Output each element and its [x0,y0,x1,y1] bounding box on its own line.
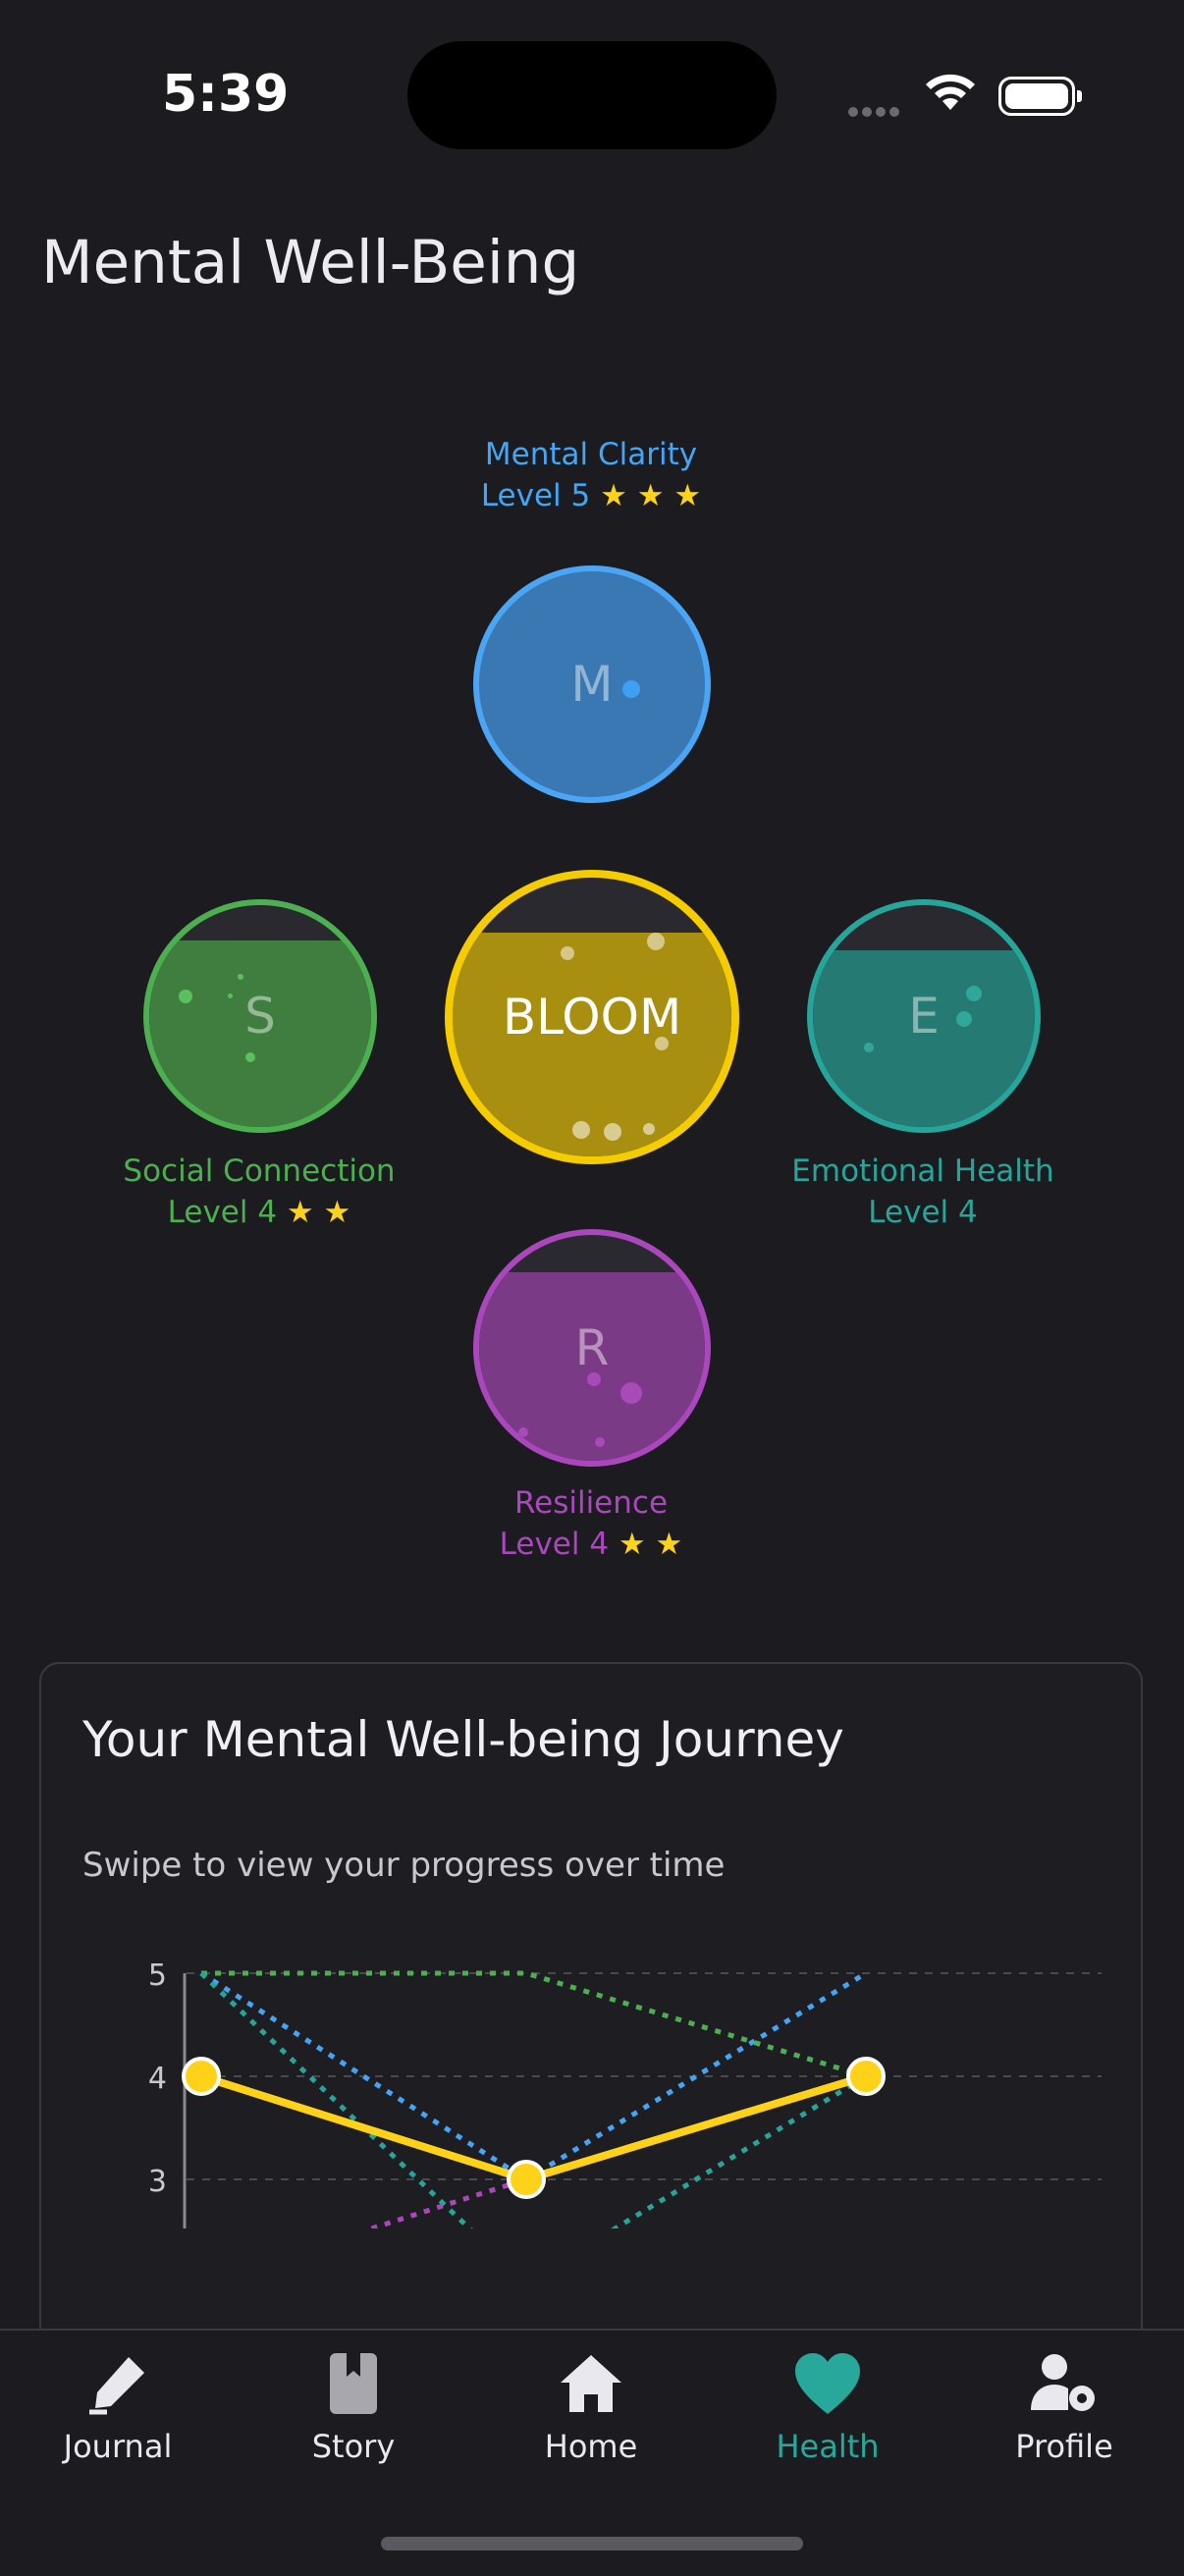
social-connection-label: Social Connection Level 4 ★ ★ [63,1151,456,1233]
series-point [507,2160,546,2199]
star-rating: ★ ★ [618,1527,683,1562]
resilience-label: Resilience Level 4 ★ ★ [395,1482,787,1565]
dynamic-island [407,41,777,149]
series-line-4 [363,2073,867,2228]
social-connection-letter: S [244,988,276,1045]
journey-title: Your Mental Well-being Journey [82,1711,844,1768]
resilience-level: Level 4 [499,1527,610,1562]
emotional-health-level: Level 4 [868,1195,978,1230]
page-title: Mental Well-Being [41,228,580,297]
series-point [182,2057,221,2096]
emotional-health-name: Emotional Health [791,1154,1054,1189]
social-connection-name: Social Connection [123,1154,396,1189]
resilience-orb[interactable]: R [473,1229,711,1467]
bloom-label: BLOOM [502,989,682,1046]
social-connection-level: Level 4 [167,1195,278,1230]
nav-health[interactable]: Health [729,2351,926,2465]
journey-chart-svg: 5 4 3 [148,1959,1102,2228]
resilience-name: Resilience [513,1485,669,1521]
y-tick-label: 5 [148,1959,167,1993]
wifi-icon [923,71,978,116]
star-rating: ★ ★ ★ [600,478,702,513]
nav-journal[interactable]: Journal [20,2351,216,2465]
star-rating: ★ ★ [286,1195,351,1230]
social-connection-orb[interactable]: S [143,899,377,1133]
status-time: 5:39 [162,65,290,124]
mental-clarity-label: Mental Clarity Level 5 ★ ★ ★ [395,434,787,516]
mental-clarity-orb[interactable]: M [473,565,711,803]
nav-profile-label: Profile [1015,2428,1113,2465]
mental-clarity-name: Mental Clarity [484,437,698,472]
nav-story-label: Story [311,2428,396,2465]
mental-clarity-letter: M [570,656,614,713]
resilience-letter: R [574,1319,610,1376]
series-point [846,2057,886,2096]
emotional-health-label: Emotional Health Level 4 [727,1151,1119,1233]
nav-journal-label: Journal [63,2428,173,2465]
emotional-health-orb[interactable]: E [807,899,1041,1133]
nav-health-label: Health [776,2428,880,2465]
home-indicator [381,2537,803,2550]
journey-subtitle: Swipe to view your progress over time [82,1846,726,1885]
journey-chart[interactable]: 5 4 3 [39,1944,1143,2228]
nav-story[interactable]: Story [255,2351,452,2465]
nav-home[interactable]: Home [493,2351,689,2465]
user-settings-icon [1031,2354,1095,2411]
home-icon [561,2355,621,2412]
emotional-health-letter: E [908,988,940,1045]
y-tick-label: 4 [148,2062,167,2096]
nav-home-label: Home [544,2428,638,2465]
mental-clarity-level: Level 5 [480,478,591,513]
y-tick-label: 3 [148,2165,167,2199]
bloom-orb[interactable]: BLOOM [445,870,739,1164]
heart-icon [795,2353,860,2414]
cellular-signal-icon [848,102,903,121]
nav-profile[interactable]: Profile [966,2351,1162,2465]
battery-icon [998,77,1082,116]
series-line-2 [201,1970,867,2079]
bookmark-icon [330,2353,377,2414]
pencil-icon [89,2357,144,2415]
